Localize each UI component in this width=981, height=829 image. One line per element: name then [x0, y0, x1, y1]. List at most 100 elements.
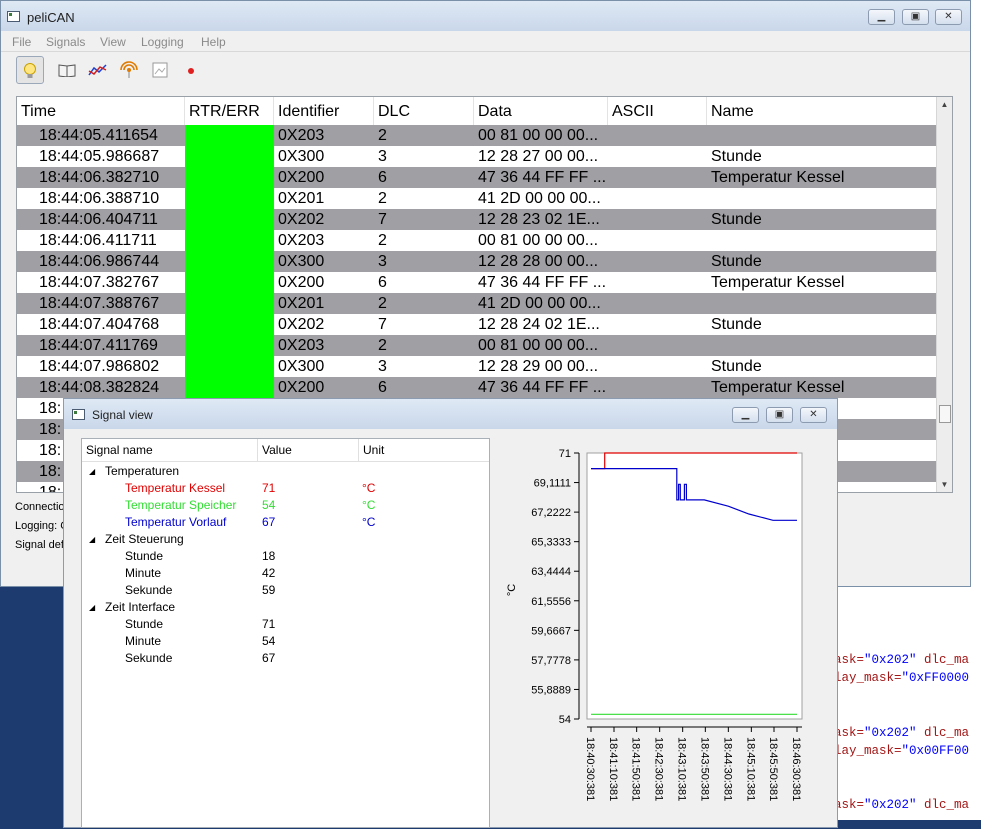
- data-cell: 41 2D 00 00 00...: [478, 295, 601, 312]
- data-cell: 12 28 23 02 1E...: [478, 211, 600, 228]
- name-cell: [711, 125, 939, 146]
- tree-group[interactable]: ◢ Temperaturen: [82, 463, 489, 480]
- column-header-signal-name[interactable]: Signal name: [82, 439, 258, 461]
- tree-group[interactable]: ◢ Zeit Interface: [82, 599, 489, 616]
- rtr-err-cell: [185, 251, 274, 272]
- dlc-cell: 2: [378, 232, 387, 249]
- tree-item[interactable]: Stunde 71: [82, 616, 489, 633]
- dlc-cell: 7: [378, 316, 387, 333]
- image-button[interactable]: [146, 56, 174, 84]
- tree-group[interactable]: ◢ Zeit Steuerung: [82, 531, 489, 548]
- tree-group-label: Temperaturen: [105, 464, 180, 478]
- signal-tree[interactable]: Signal name Value Unit ◢ Temperaturen Temp…: [81, 438, 490, 828]
- scroll-up-icon[interactable]: ▲: [937, 97, 952, 112]
- app-icon: [7, 11, 20, 22]
- identifier-cell: 0X203: [278, 337, 325, 354]
- name-cell: [711, 293, 939, 314]
- table-row[interactable]: 18:44:06.382710 0X200 6 47 36 44 FF FF ... T…: [17, 167, 939, 188]
- main-titlebar[interactable]: peliCAN ▁ ▣ ✕: [1, 1, 970, 31]
- column-header-dlc[interactable]: DLC: [374, 97, 474, 125]
- column-header-time[interactable]: Time: [17, 97, 185, 125]
- editor-line: ask="0x202" dlc_ma: [834, 726, 970, 740]
- name-cell: Temperatur Kessel: [711, 169, 845, 186]
- table-row[interactable]: 18:44:07.411769 0X203 2 00 81 00 00 00...: [17, 335, 939, 356]
- time-cell: 18:44:07.382767: [39, 274, 160, 291]
- table-row[interactable]: 18:44:07.986802 0X300 3 12 28 29 00 00... St…: [17, 356, 939, 377]
- maximize-button[interactable]: ▣: [902, 9, 929, 25]
- signal-value: 67: [262, 515, 276, 529]
- minimize-button[interactable]: ▁: [868, 9, 895, 25]
- book-button[interactable]: [53, 56, 81, 84]
- signal-view-titlebar[interactable]: Signal view ▁ ▣ ✕: [64, 399, 837, 429]
- tree-item[interactable]: Temperatur Speicher 54 °C: [82, 497, 489, 514]
- tree-item[interactable]: Sekunde 59: [82, 582, 489, 599]
- expand-arrow-icon[interactable]: ◢: [89, 463, 95, 480]
- x-tick-label: 18:41:50:381: [630, 737, 642, 801]
- image-icon: [152, 62, 168, 78]
- time-cell: 18:44:05.411654: [39, 127, 158, 144]
- table-row[interactable]: 18:44:07.388767 0X201 2 41 2D 00 00 00...: [17, 293, 939, 314]
- dlc-cell: 2: [378, 295, 387, 312]
- dlc-cell: 6: [378, 169, 387, 186]
- signal-button[interactable]: [115, 56, 143, 84]
- signal-icon: [120, 61, 138, 78]
- graph-button[interactable]: [84, 56, 112, 84]
- menu-signals[interactable]: Signals: [46, 35, 85, 49]
- table-row[interactable]: 18:44:07.404768 0X202 7 12 28 24 02 1E... St…: [17, 314, 939, 335]
- tree-item[interactable]: Minute 54: [82, 633, 489, 650]
- ascii-cell: [612, 314, 707, 335]
- time-cell: 18:44:06.404711: [39, 211, 158, 228]
- signal-name: Sekunde: [125, 583, 173, 597]
- scrollbar-thumb[interactable]: [939, 405, 951, 423]
- column-header-name[interactable]: Name: [707, 97, 939, 125]
- table-row[interactable]: 18:44:06.986744 0X300 3 12 28 28 00 00... St…: [17, 251, 939, 272]
- x-tick-label: 18:44:30:381: [721, 737, 733, 801]
- expand-arrow-icon[interactable]: ◢: [89, 599, 95, 616]
- ascii-cell: [612, 251, 707, 272]
- ascii-cell: [612, 146, 707, 167]
- table-scrollbar[interactable]: ▲ ▼: [936, 97, 952, 492]
- menu-file[interactable]: File: [12, 35, 31, 49]
- rtr-err-cell: [185, 188, 274, 209]
- tree-item[interactable]: Sekunde 67: [82, 650, 489, 667]
- menu-logging[interactable]: Logging: [141, 35, 184, 49]
- menu-help[interactable]: Help: [201, 35, 226, 49]
- connection-status: Connectio: [15, 501, 65, 513]
- menu-view[interactable]: View: [100, 35, 126, 49]
- signal-definition-status: Signal def: [15, 539, 64, 551]
- ascii-cell: [612, 356, 707, 377]
- signal-value: 71: [262, 617, 276, 631]
- tree-item[interactable]: Minute 42: [82, 565, 489, 582]
- table-row[interactable]: 18:44:05.411654 0X203 2 00 81 00 00 00...: [17, 125, 939, 146]
- record-button[interactable]: [177, 56, 205, 84]
- column-header-unit[interactable]: Unit: [359, 439, 489, 461]
- tree-item[interactable]: Stunde 18: [82, 548, 489, 565]
- signal-minimize-button[interactable]: ▁: [732, 407, 759, 423]
- column-header-value[interactable]: Value: [258, 439, 359, 461]
- dlc-cell: 3: [378, 358, 387, 375]
- table-row[interactable]: 18:44:07.382767 0X200 6 47 36 44 FF FF ... T…: [17, 272, 939, 293]
- column-header-rtr-err[interactable]: RTR/ERR: [185, 97, 274, 125]
- ascii-cell: [612, 167, 707, 188]
- table-row[interactable]: 18:44:05.986687 0X300 3 12 28 27 00 00... St…: [17, 146, 939, 167]
- column-header-identifier[interactable]: Identifier: [274, 97, 374, 125]
- signal-close-button[interactable]: ✕: [800, 407, 827, 423]
- signal-name: Stunde: [125, 617, 164, 631]
- table-row[interactable]: 18:44:06.411711 0X203 2 00 81 00 00 00...: [17, 230, 939, 251]
- table-row[interactable]: 18:44:08.382824 0X200 6 47 36 44 FF FF ... T…: [17, 377, 939, 398]
- y-axis-label: °C: [506, 584, 518, 596]
- column-header-ascii[interactable]: ASCII: [608, 97, 707, 125]
- table-row[interactable]: 18:44:06.388710 0X201 2 41 2D 00 00 00...: [17, 188, 939, 209]
- y-tick-label: 57,7778: [531, 655, 571, 667]
- x-tick-label: 18:41:10:381: [607, 737, 619, 801]
- table-row[interactable]: 18:44:06.404711 0X202 7 12 28 23 02 1E... St…: [17, 209, 939, 230]
- scroll-down-icon[interactable]: ▼: [937, 477, 952, 492]
- signal-maximize-button[interactable]: ▣: [766, 407, 793, 423]
- tree-item[interactable]: Temperatur Vorlauf 67 °C: [82, 514, 489, 531]
- close-button[interactable]: ✕: [935, 9, 962, 25]
- tree-item[interactable]: Temperatur Kessel 71 °C: [82, 480, 489, 497]
- column-header-data[interactable]: Data: [474, 97, 608, 125]
- identifier-cell: 0X300: [278, 148, 325, 165]
- lightbulb-button[interactable]: [16, 56, 44, 84]
- expand-arrow-icon[interactable]: ◢: [89, 531, 95, 548]
